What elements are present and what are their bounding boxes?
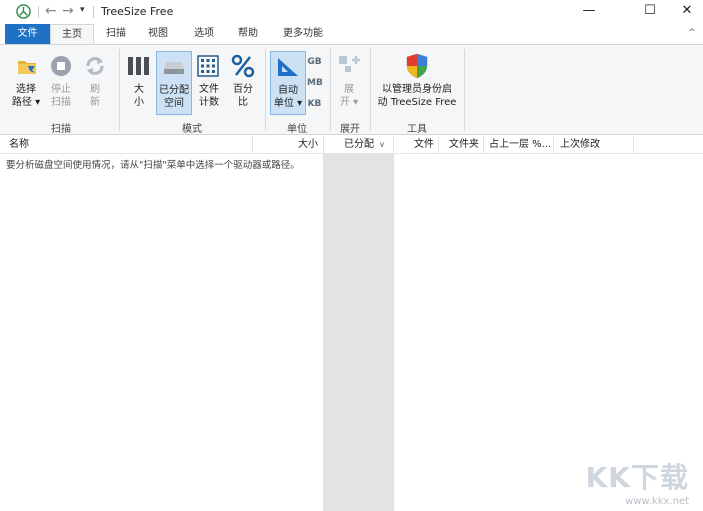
group-label-expand: 展开 <box>340 124 360 135</box>
group-divider <box>119 49 120 131</box>
mode-file-count-label-1: 文件 <box>199 84 219 95</box>
grid-icon <box>197 55 219 77</box>
run-as-admin-button[interactable]: 以管理员身份启 动 TreeSize Free <box>374 51 460 115</box>
stop-scan-label-1: 停止 <box>51 84 71 95</box>
group-divider <box>370 49 371 131</box>
refresh-icon <box>86 57 104 75</box>
ruler-icon <box>278 58 298 76</box>
tree-panel[interactable]: 要分析磁盘空间使用情况，请从"扫描"菜单中选择一个驱动器或路径。 <box>0 154 323 511</box>
tab-file[interactable]: 文件 <box>5 24 50 44</box>
back-arrow-icon[interactable]: ← <box>45 3 57 19</box>
column-name[interactable]: 名称 <box>9 136 29 154</box>
column-allocated[interactable]: 已分配 <box>344 136 374 154</box>
tab-view[interactable]: 视图 <box>140 24 176 44</box>
unit-mb-button[interactable]: MB <box>307 77 323 90</box>
window-title: TreeSize Free <box>101 5 174 18</box>
title-bar: ← → ▾ TreeSize Free — ☐ ✕ <box>0 0 703 24</box>
stop-scan-label-2: 扫描 <box>51 97 71 108</box>
watermark: KK下载 www.kkx.net <box>586 456 689 507</box>
tab-scan[interactable]: 扫描 <box>98 24 134 44</box>
percent-icon <box>231 54 255 78</box>
tab-options[interactable]: 选项 <box>186 24 222 44</box>
expand-icon <box>339 56 360 72</box>
tab-help[interactable]: 帮助 <box>230 24 266 44</box>
tab-home[interactable]: 主页 <box>50 24 94 45</box>
folder-icon <box>18 61 36 74</box>
mode-allocated-label-2: 空间 <box>164 98 184 109</box>
column-divider[interactable] <box>633 136 634 154</box>
mode-size-label-1: 大 <box>134 84 144 95</box>
shield-icon <box>406 53 428 79</box>
mode-size-button[interactable]: 大 小 <box>124 51 154 115</box>
auto-unit-button[interactable]: 自动 单位 ▾ <box>270 51 306 115</box>
column-size[interactable]: 大小 <box>298 136 318 154</box>
run-as-admin-label-1: 以管理员身份启 <box>382 84 452 95</box>
unit-kb-button[interactable]: KB <box>307 98 322 111</box>
ribbon: 选择 路径 ▾ 停止 扫描 刷 新 扫描 大 小 已分配 空间 文件 计数 百分… <box>0 44 703 135</box>
column-files[interactable]: 文件 <box>414 136 434 154</box>
group-divider <box>330 49 331 131</box>
mode-percent-button[interactable]: 百分 比 <box>228 51 258 115</box>
expand-label-2: 开 ▾ <box>339 97 359 108</box>
column-divider[interactable] <box>438 136 439 154</box>
run-as-admin-label-2: 动 TreeSize Free <box>377 97 457 108</box>
refresh-label-2: 新 <box>90 97 100 108</box>
tab-more-features[interactable]: 更多功能 <box>276 24 330 44</box>
allocated-column-highlight <box>323 154 393 511</box>
ribbon-tabs: 文件 主页 扫描 视图 选项 帮助 更多功能 ^ <box>0 24 703 45</box>
refresh-label-1: 刷 <box>90 84 100 95</box>
group-label-tools: 工具 <box>407 124 427 135</box>
mode-percent-label-2: 比 <box>238 97 248 108</box>
select-path-button[interactable]: 选择 路径 ▾ <box>8 51 44 115</box>
expand-button[interactable]: 展 开 ▾ <box>334 51 364 115</box>
expand-label-1: 展 <box>344 84 354 95</box>
group-divider <box>464 49 465 131</box>
size-bars-icon <box>128 57 149 75</box>
column-header: 名称 大小 已分配 ∨ 文件 文件夹 占上一层 %... 上次修改 <box>0 136 703 154</box>
quick-access-divider <box>38 6 39 18</box>
title-divider <box>93 6 94 18</box>
mode-file-count-button[interactable]: 文件 计数 <box>194 51 224 115</box>
disk-icon <box>164 62 184 74</box>
column-folders[interactable]: 文件夹 <box>449 136 479 154</box>
column-percent-parent[interactable]: 占上一层 %... <box>489 136 551 154</box>
stop-icon <box>51 56 71 76</box>
empty-tree-message: 要分析磁盘空间使用情况，请从"扫描"菜单中选择一个驱动器或路径。 <box>6 160 300 171</box>
group-label-scan: 扫描 <box>51 124 71 135</box>
mode-allocated-space-button[interactable]: 已分配 空间 <box>156 51 192 115</box>
group-label-unit: 单位 <box>287 124 307 135</box>
watermark-url: www.kkx.net <box>625 496 689 507</box>
mode-file-count-label-2: 计数 <box>199 97 219 108</box>
auto-unit-label-2: 单位 ▾ <box>273 98 303 109</box>
group-label-mode: 模式 <box>182 124 202 135</box>
select-path-label-1: 选择 <box>16 84 36 95</box>
column-divider[interactable] <box>252 136 253 154</box>
column-divider[interactable] <box>393 136 394 154</box>
mode-allocated-label-1: 已分配 <box>159 85 189 96</box>
select-path-label-2: 路径 ▾ <box>11 97 41 108</box>
sort-chevron-icon[interactable]: ∨ <box>379 136 385 154</box>
column-last-modified[interactable]: 上次修改 <box>560 136 600 154</box>
forward-arrow-icon[interactable]: → <box>62 3 74 19</box>
mode-size-label-2: 小 <box>134 97 144 108</box>
group-divider <box>265 49 266 131</box>
auto-unit-label-1: 自动 <box>278 85 298 96</box>
treesize-logo-icon[interactable] <box>16 4 31 19</box>
unit-gb-button[interactable]: GB <box>307 56 322 69</box>
mode-percent-label-1: 百分 <box>233 84 253 95</box>
minimize-button[interactable]: — <box>566 0 612 24</box>
column-divider[interactable] <box>483 136 484 154</box>
close-button[interactable]: ✕ <box>664 0 703 24</box>
watermark-logo: KK下载 <box>585 461 689 494</box>
quick-access-dropdown-icon[interactable]: ▾ <box>80 5 85 15</box>
refresh-button[interactable]: 刷 新 <box>80 51 110 115</box>
collapse-ribbon-icon[interactable]: ^ <box>688 28 696 38</box>
column-divider[interactable] <box>323 136 324 154</box>
stop-scan-button[interactable]: 停止 扫描 <box>46 51 76 115</box>
column-divider[interactable] <box>553 136 554 154</box>
